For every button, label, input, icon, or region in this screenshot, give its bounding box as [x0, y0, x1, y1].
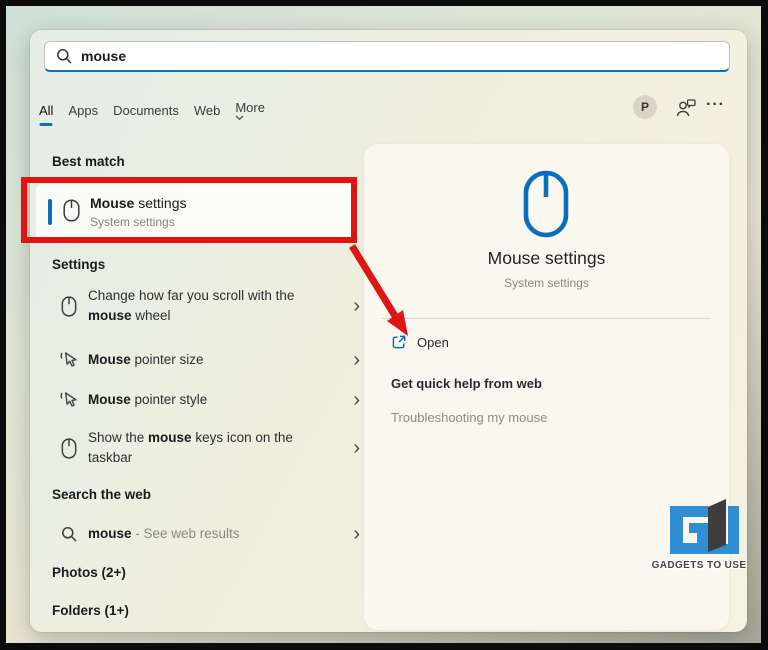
photos-group-heading[interactable]: Photos (2+) — [52, 565, 126, 580]
quick-help-heading: Get quick help from web — [391, 376, 542, 391]
chevron-down-icon — [235, 115, 268, 121]
result-mouse-keys[interactable]: Show the mouse keys icon on the taskbar — [58, 426, 360, 470]
feedback-icon[interactable] — [674, 96, 698, 120]
result-scroll-wheel[interactable]: Change how far you scroll with the mouse… — [58, 284, 360, 328]
avatar[interactable]: P — [633, 95, 657, 119]
best-match-result[interactable]: Mouse settings System settings — [36, 184, 358, 240]
pointer-icon — [58, 391, 80, 409]
search-box[interactable] — [44, 41, 730, 72]
open-action[interactable]: Open — [391, 334, 449, 350]
open-external-icon — [391, 334, 407, 350]
troubleshoot-link[interactable]: Troubleshooting my mouse — [391, 410, 547, 425]
chevron-right-icon — [353, 438, 360, 458]
search-icon — [56, 48, 72, 64]
more-options-icon[interactable] — [706, 96, 732, 116]
search-the-web-heading: Search the web — [52, 487, 152, 502]
chevron-right-icon — [353, 524, 360, 544]
folders-group-heading[interactable]: Folders (1+) — [52, 603, 129, 618]
best-match-subtitle: System settings — [90, 215, 175, 229]
web-result-mouse[interactable]: mouse - See web results — [58, 522, 360, 546]
mouse-icon — [58, 437, 80, 459]
open-label: Open — [417, 334, 449, 350]
mouse-icon — [58, 295, 80, 317]
desktop-background: All Apps Documents Web More P Best match — [6, 6, 761, 643]
panel-subtitle: System settings — [504, 276, 589, 290]
chevron-right-icon — [353, 390, 360, 410]
divider — [382, 318, 711, 319]
result-pointer-size[interactable]: Mouse pointer size — [58, 348, 360, 372]
best-match-heading: Best match — [52, 154, 125, 169]
best-match-title: Mouse settings — [90, 195, 187, 211]
result-pointer-style[interactable]: Mouse pointer style — [58, 388, 360, 412]
search-window: All Apps Documents Web More P Best match — [30, 30, 747, 632]
selection-indicator — [48, 199, 52, 225]
search-icon — [58, 526, 80, 542]
pointer-icon — [58, 351, 80, 369]
tab-documents[interactable]: Documents — [113, 103, 179, 118]
tab-more[interactable]: More — [235, 100, 268, 121]
preview-panel: Mouse settings System settings Open Get … — [364, 144, 729, 630]
tab-web[interactable]: Web — [194, 103, 221, 118]
mouse-icon — [523, 170, 569, 238]
chevron-right-icon — [353, 296, 360, 316]
search-filter-tabs: All Apps Documents Web More — [39, 100, 268, 121]
chevron-right-icon — [353, 350, 360, 370]
panel-title: Mouse settings — [487, 248, 606, 268]
tab-all[interactable]: All — [39, 103, 53, 118]
mouse-icon — [63, 199, 80, 222]
tab-apps[interactable]: Apps — [68, 103, 98, 118]
screenshot-root: All Apps Documents Web More P Best match — [0, 0, 768, 650]
settings-heading: Settings — [52, 257, 106, 272]
search-input[interactable] — [81, 48, 718, 64]
